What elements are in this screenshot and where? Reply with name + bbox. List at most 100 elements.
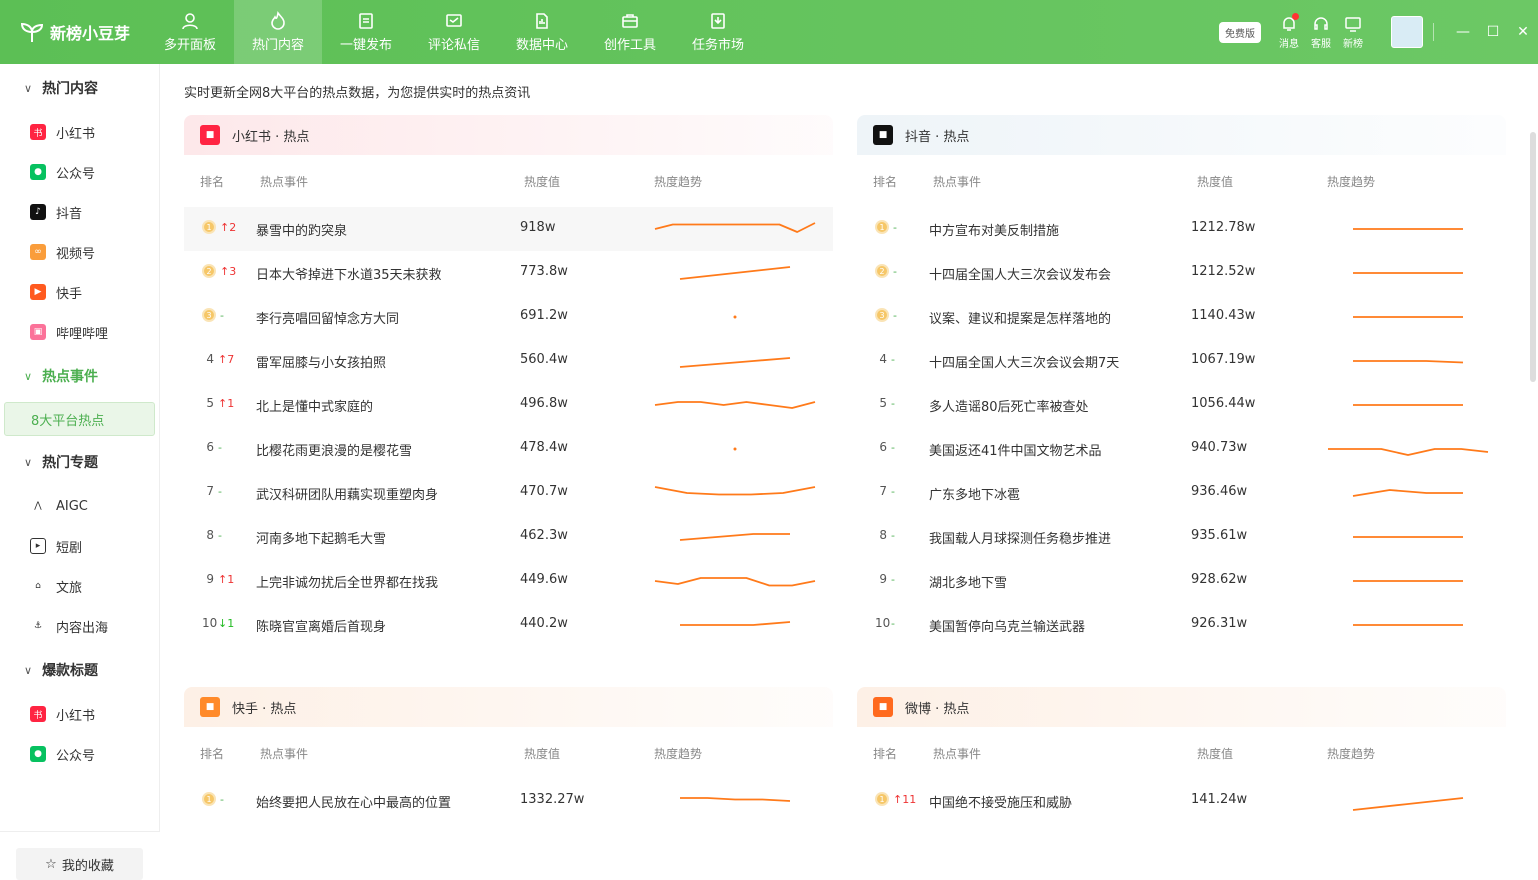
table-row[interactable]: 2- 十四届全国人大三次会议发布会 1212.52w bbox=[857, 251, 1506, 295]
card-header: ■ 微博 · 热点 bbox=[857, 687, 1506, 727]
event-title[interactable]: 美国暂停向乌克兰输送武器 bbox=[929, 616, 1085, 635]
sidebar-item-wechat[interactable]: ● 公众号 bbox=[0, 152, 159, 192]
sidebar-item-douyin[interactable]: ♪ 抖音 bbox=[0, 192, 159, 232]
event-title[interactable]: 河南多地下起鹅毛大雪 bbox=[256, 528, 386, 547]
table-row[interactable]: 10- 美国暂停向乌克兰输送武器 926.31w bbox=[857, 603, 1506, 647]
rank-change: - bbox=[891, 396, 895, 410]
table-row[interactable]: 7- 武汉科研团队用藕实现重塑肉身 470.7w bbox=[184, 471, 833, 515]
table-row[interactable]: 7- 广东多地下冰雹 936.46w bbox=[857, 471, 1506, 515]
scrollbar[interactable] bbox=[1530, 132, 1536, 382]
table-row[interactable]: 9- 湖北多地下雪 928.62w bbox=[857, 559, 1506, 603]
monitor-icon bbox=[1345, 16, 1361, 32]
rank-cell: 5 ↑1 bbox=[202, 396, 254, 410]
rank-number: 9 bbox=[879, 572, 887, 586]
event-title[interactable]: 广东多地下冰雹 bbox=[929, 484, 1020, 503]
chevron-down-icon: ∨ bbox=[24, 455, 33, 469]
heat-value: 1332.27w bbox=[520, 792, 585, 807]
sidebar-item-short-drama[interactable]: ▸ 短剧 bbox=[0, 526, 159, 566]
avatar[interactable] bbox=[1391, 16, 1423, 48]
event-title[interactable]: 我国载人月球探测任务稳步推进 bbox=[929, 528, 1111, 547]
table-row[interactable]: 8- 河南多地下起鹅毛大雪 462.3w bbox=[184, 515, 833, 559]
event-title[interactable]: 始终要把人民放在心中最高的位置 bbox=[256, 792, 451, 811]
sidebar-group-hot-content[interactable]: ∨ 热门内容 bbox=[0, 64, 159, 112]
nav-comments[interactable]: 评论私信 bbox=[410, 0, 498, 64]
event-title[interactable]: 陈晓官宣离婚后首现身 bbox=[256, 616, 386, 635]
table-row[interactable]: 2 ↑3 日本大爷掉进下水道35天未获救 773.8w bbox=[184, 251, 833, 295]
event-title[interactable]: 雷军屈膝与小女孩拍照 bbox=[256, 352, 386, 371]
free-version-badge[interactable]: 免费版 bbox=[1219, 21, 1261, 43]
sidebar-group-hot-events[interactable]: ∨ 热点事件 bbox=[0, 352, 159, 400]
sidebar-item-8-platform-hot[interactable]: 8大平台热点 bbox=[4, 402, 155, 436]
event-title[interactable]: 比樱花雨更浪漫的是樱花雪 bbox=[256, 440, 412, 459]
column-header-rank: 排名 bbox=[200, 747, 225, 761]
sidebar-item-wechat-titles[interactable]: ● 公众号 bbox=[0, 734, 159, 774]
event-title[interactable]: 日本大爷掉进下水道35天未获救 bbox=[256, 264, 442, 283]
table-row[interactable]: 6- 美国返还41件中国文物艺术品 940.73w bbox=[857, 427, 1506, 471]
newbang-button[interactable]: 新榜 bbox=[1337, 15, 1369, 50]
close-button[interactable]: ✕ bbox=[1508, 17, 1538, 47]
column-header-event: 热点事件 bbox=[260, 747, 309, 761]
sidebar-group-viral-titles[interactable]: ∨ 爆款标题 bbox=[0, 646, 159, 694]
nav-data-center[interactable]: 数据中心 bbox=[498, 0, 586, 64]
column-headers: 排名 热点事件 热度值 热度趋势 bbox=[857, 727, 1506, 779]
comment-icon bbox=[446, 14, 462, 27]
sidebar-item-channels[interactable]: ∞ 视频号 bbox=[0, 232, 159, 272]
table-row[interactable]: 10 ↓1 陈晓官宣离婚后首现身 440.2w bbox=[184, 603, 833, 647]
table-row[interactable]: 1 ↑2 暴雪中的趵突泉 918w bbox=[184, 207, 833, 251]
nav-multi-panel[interactable]: 多开面板 bbox=[146, 0, 234, 64]
maximize-button[interactable]: ☐ bbox=[1478, 17, 1508, 47]
event-title[interactable]: 十四届全国人大三次会议会期7天 bbox=[929, 352, 1119, 371]
trend-sparkline bbox=[1353, 536, 1463, 538]
xiaohongshu-icon: ■ bbox=[200, 125, 220, 145]
table-row[interactable]: 4 ↑7 雷军屈膝与小女孩拍照 560.4w bbox=[184, 339, 833, 383]
table-row[interactable]: 1 ↑11 中国绝不接受施压和威胁 141.24w bbox=[857, 779, 1506, 823]
rank-change: ↑11 bbox=[893, 792, 917, 806]
event-title[interactable]: 多人造谣80后死亡率被查处 bbox=[929, 396, 1089, 415]
event-title[interactable]: 十四届全国人大三次会议发布会 bbox=[929, 264, 1111, 283]
event-title[interactable]: 中方宣布对美反制措施 bbox=[929, 220, 1059, 239]
column-header-rank: 排名 bbox=[873, 747, 898, 761]
event-title[interactable]: 北上是懂中式家庭的 bbox=[256, 396, 373, 415]
app-name: 新榜小豆芽 bbox=[50, 24, 131, 43]
message-button[interactable]: 消息 bbox=[1273, 12, 1305, 50]
table-row[interactable]: 6- 比樱花雨更浪漫的是樱花雪 478.4w bbox=[184, 427, 833, 471]
sidebar-item-kuaishou[interactable]: ▶ 快手 bbox=[0, 272, 159, 312]
table-row[interactable]: 3- 李行亮唱回留悼念方大同 691.2w bbox=[184, 295, 833, 339]
event-title[interactable]: 上完非诚勿扰后全世界都在找我 bbox=[256, 572, 438, 591]
table-row[interactable]: 8- 我国载人月球探测任务稳步推进 935.61w bbox=[857, 515, 1506, 559]
event-title[interactable]: 李行亮唱回留悼念方大同 bbox=[256, 308, 399, 327]
nav-creation-tools[interactable]: 创作工具 bbox=[586, 0, 674, 64]
event-title[interactable]: 武汉科研团队用藕实现重塑肉身 bbox=[256, 484, 438, 503]
sidebar-group-hot-topics[interactable]: ∨ 热门专题 bbox=[0, 438, 159, 486]
service-button[interactable]: 客服 bbox=[1305, 15, 1337, 50]
table-row[interactable]: 9 ↑1 上完非诚勿扰后全世界都在找我 449.6w bbox=[184, 559, 833, 603]
favorites-button[interactable]: ☆ 我的收藏 bbox=[16, 848, 143, 880]
heat-value: 449.6w bbox=[520, 572, 568, 587]
sidebar-item-overseas[interactable]: ⚓ 内容出海 bbox=[0, 606, 159, 646]
medal-icon: 3 bbox=[875, 308, 889, 322]
minimize-button[interactable]: — bbox=[1448, 17, 1478, 47]
heat-value: 936.46w bbox=[1191, 484, 1248, 499]
nav-one-click-publish[interactable]: 一键发布 bbox=[322, 0, 410, 64]
event-title[interactable]: 中国绝不接受施压和威胁 bbox=[929, 792, 1072, 811]
trend-sparkline bbox=[1352, 797, 1464, 811]
table-row[interactable]: 4- 十四届全国人大三次会议会期7天 1067.19w bbox=[857, 339, 1506, 383]
table-row[interactable]: 1- 始终要把人民放在心中最高的位置 1332.27w bbox=[184, 779, 833, 823]
table-row[interactable]: 5- 多人造谣80后死亡率被查处 1056.44w bbox=[857, 383, 1506, 427]
table-row[interactable]: 3- 议案、建议和提案是怎样落地的 1140.43w bbox=[857, 295, 1506, 339]
event-title[interactable]: 暴雪中的趵突泉 bbox=[256, 220, 347, 239]
nav-task-market[interactable]: 任务市场 bbox=[674, 0, 762, 64]
sidebar-item-xiaohongshu-titles[interactable]: 书 小红书 bbox=[0, 694, 159, 734]
event-title[interactable]: 议案、建议和提案是怎样落地的 bbox=[929, 308, 1111, 327]
sidebar-item-xiaohongshu[interactable]: 书 小红书 bbox=[0, 112, 159, 152]
trend-sparkline bbox=[654, 222, 816, 233]
nav-hot-content[interactable]: 热门内容 bbox=[234, 0, 322, 64]
event-title[interactable]: 美国返还41件中国文物艺术品 bbox=[929, 440, 1102, 459]
table-row[interactable]: 5 ↑1 北上是懂中式家庭的 496.8w bbox=[184, 383, 833, 427]
sidebar-item-travel[interactable]: ⌂ 文旅 bbox=[0, 566, 159, 606]
heat-value: 462.3w bbox=[520, 528, 568, 543]
sidebar-item-bilibili[interactable]: ▣ 哔哩哔哩 bbox=[0, 312, 159, 352]
table-row[interactable]: 1- 中方宣布对美反制措施 1212.78w bbox=[857, 207, 1506, 251]
sidebar-item-aigc[interactable]: ⋀ AIGC bbox=[0, 486, 159, 526]
event-title[interactable]: 湖北多地下雪 bbox=[929, 572, 1007, 591]
